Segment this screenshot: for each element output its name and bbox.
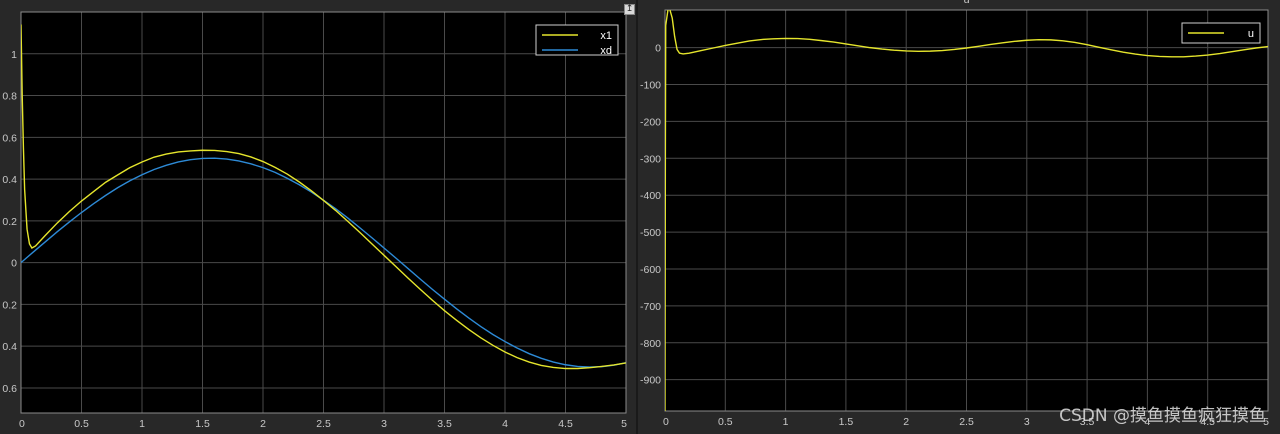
legend-label-u: u bbox=[1248, 28, 1254, 40]
y-tick-label: 0 bbox=[11, 258, 17, 270]
y-tick-label: 0.4 bbox=[2, 174, 17, 186]
y-tick-label: 0.6 bbox=[2, 132, 17, 144]
x-tick-label: 2.5 bbox=[316, 418, 331, 430]
y-tick-label: 0.2 bbox=[2, 299, 17, 311]
legend-label-xd: xd bbox=[600, 45, 612, 57]
y-tick-label: -100 bbox=[640, 80, 661, 92]
x-tick-label: 3 bbox=[381, 418, 387, 430]
y-tick-label: -800 bbox=[640, 338, 661, 350]
y-tick-label: -900 bbox=[640, 375, 661, 387]
x-tick-label: 2.5 bbox=[959, 416, 974, 428]
y-tick-label: -600 bbox=[640, 264, 661, 276]
x-tick-label: 0 bbox=[19, 418, 25, 430]
y-tick-label: -500 bbox=[640, 227, 661, 239]
x-tick-label: 1.5 bbox=[195, 418, 210, 430]
y-tick-label: 0.8 bbox=[2, 91, 17, 103]
x-tick-label: 0.5 bbox=[74, 418, 89, 430]
legend-label-x1: x1 bbox=[600, 30, 612, 42]
x-tick-label: 1 bbox=[139, 418, 145, 430]
y-tick-label: 0.4 bbox=[2, 341, 17, 353]
x-tick-label: 4 bbox=[502, 418, 508, 430]
y-tick-label: -300 bbox=[640, 153, 661, 165]
y-tick-label: -700 bbox=[640, 301, 661, 313]
watermark: CSDN @摸鱼摸鱼疯狂摸鱼 bbox=[1059, 406, 1266, 426]
y-tick-label: -200 bbox=[640, 116, 661, 128]
legend: x1 xd bbox=[535, 24, 619, 57]
x-tick-label: 2 bbox=[260, 418, 266, 430]
y-tick-label: 0 bbox=[655, 43, 661, 55]
x-tick-label: 0.5 bbox=[718, 416, 733, 428]
chart-u: 0 0.5 1 1.5 2 2.5 3 3.5 4 4.5 50-100-200-300-400-5… bbox=[640, 0, 1269, 428]
x-tick-label: 3.5 bbox=[437, 418, 452, 430]
x-tick-label: 1 bbox=[783, 416, 789, 428]
y-tick-label: 0.2 bbox=[2, 216, 17, 228]
x-tick-label: 4.5 bbox=[558, 418, 573, 430]
y-tick-label: 1 bbox=[11, 49, 17, 61]
scope-x1-xd: 0 0.5 1 1.5 2 2.5 3 3.5 4 4.5 5 1 0.8 0.6 0.4 0.2 0 0.2 0.… bbox=[0, 0, 636, 434]
legend: u bbox=[1181, 22, 1261, 44]
scope-u: 0 0.5 1 1.5 2 2.5 3 3.5 4 4.5 5 0 -100 -200 -300 -400 -5… bbox=[638, 0, 1280, 434]
chart-x1-xd: 0 0.5 1 1.5 2 2.5 3 3.5 4 4.5 5 1 0.8 0.6 0.4 0.2 0 0.2 0.… bbox=[2, 11, 627, 430]
y-tick-label: -400 bbox=[640, 190, 661, 202]
chart-title: u bbox=[963, 0, 969, 6]
y-tick-label: 0.6 bbox=[2, 383, 17, 395]
arrow-up-icon[interactable]: ↥ bbox=[624, 4, 635, 15]
x-tick-label: 3 bbox=[1024, 416, 1030, 428]
x-tick-label: 2 bbox=[903, 416, 909, 428]
x-tick-label: 5 bbox=[621, 418, 627, 430]
x-tick-label: 1.5 bbox=[839, 416, 854, 428]
x-tick-label: 0 bbox=[663, 416, 669, 428]
